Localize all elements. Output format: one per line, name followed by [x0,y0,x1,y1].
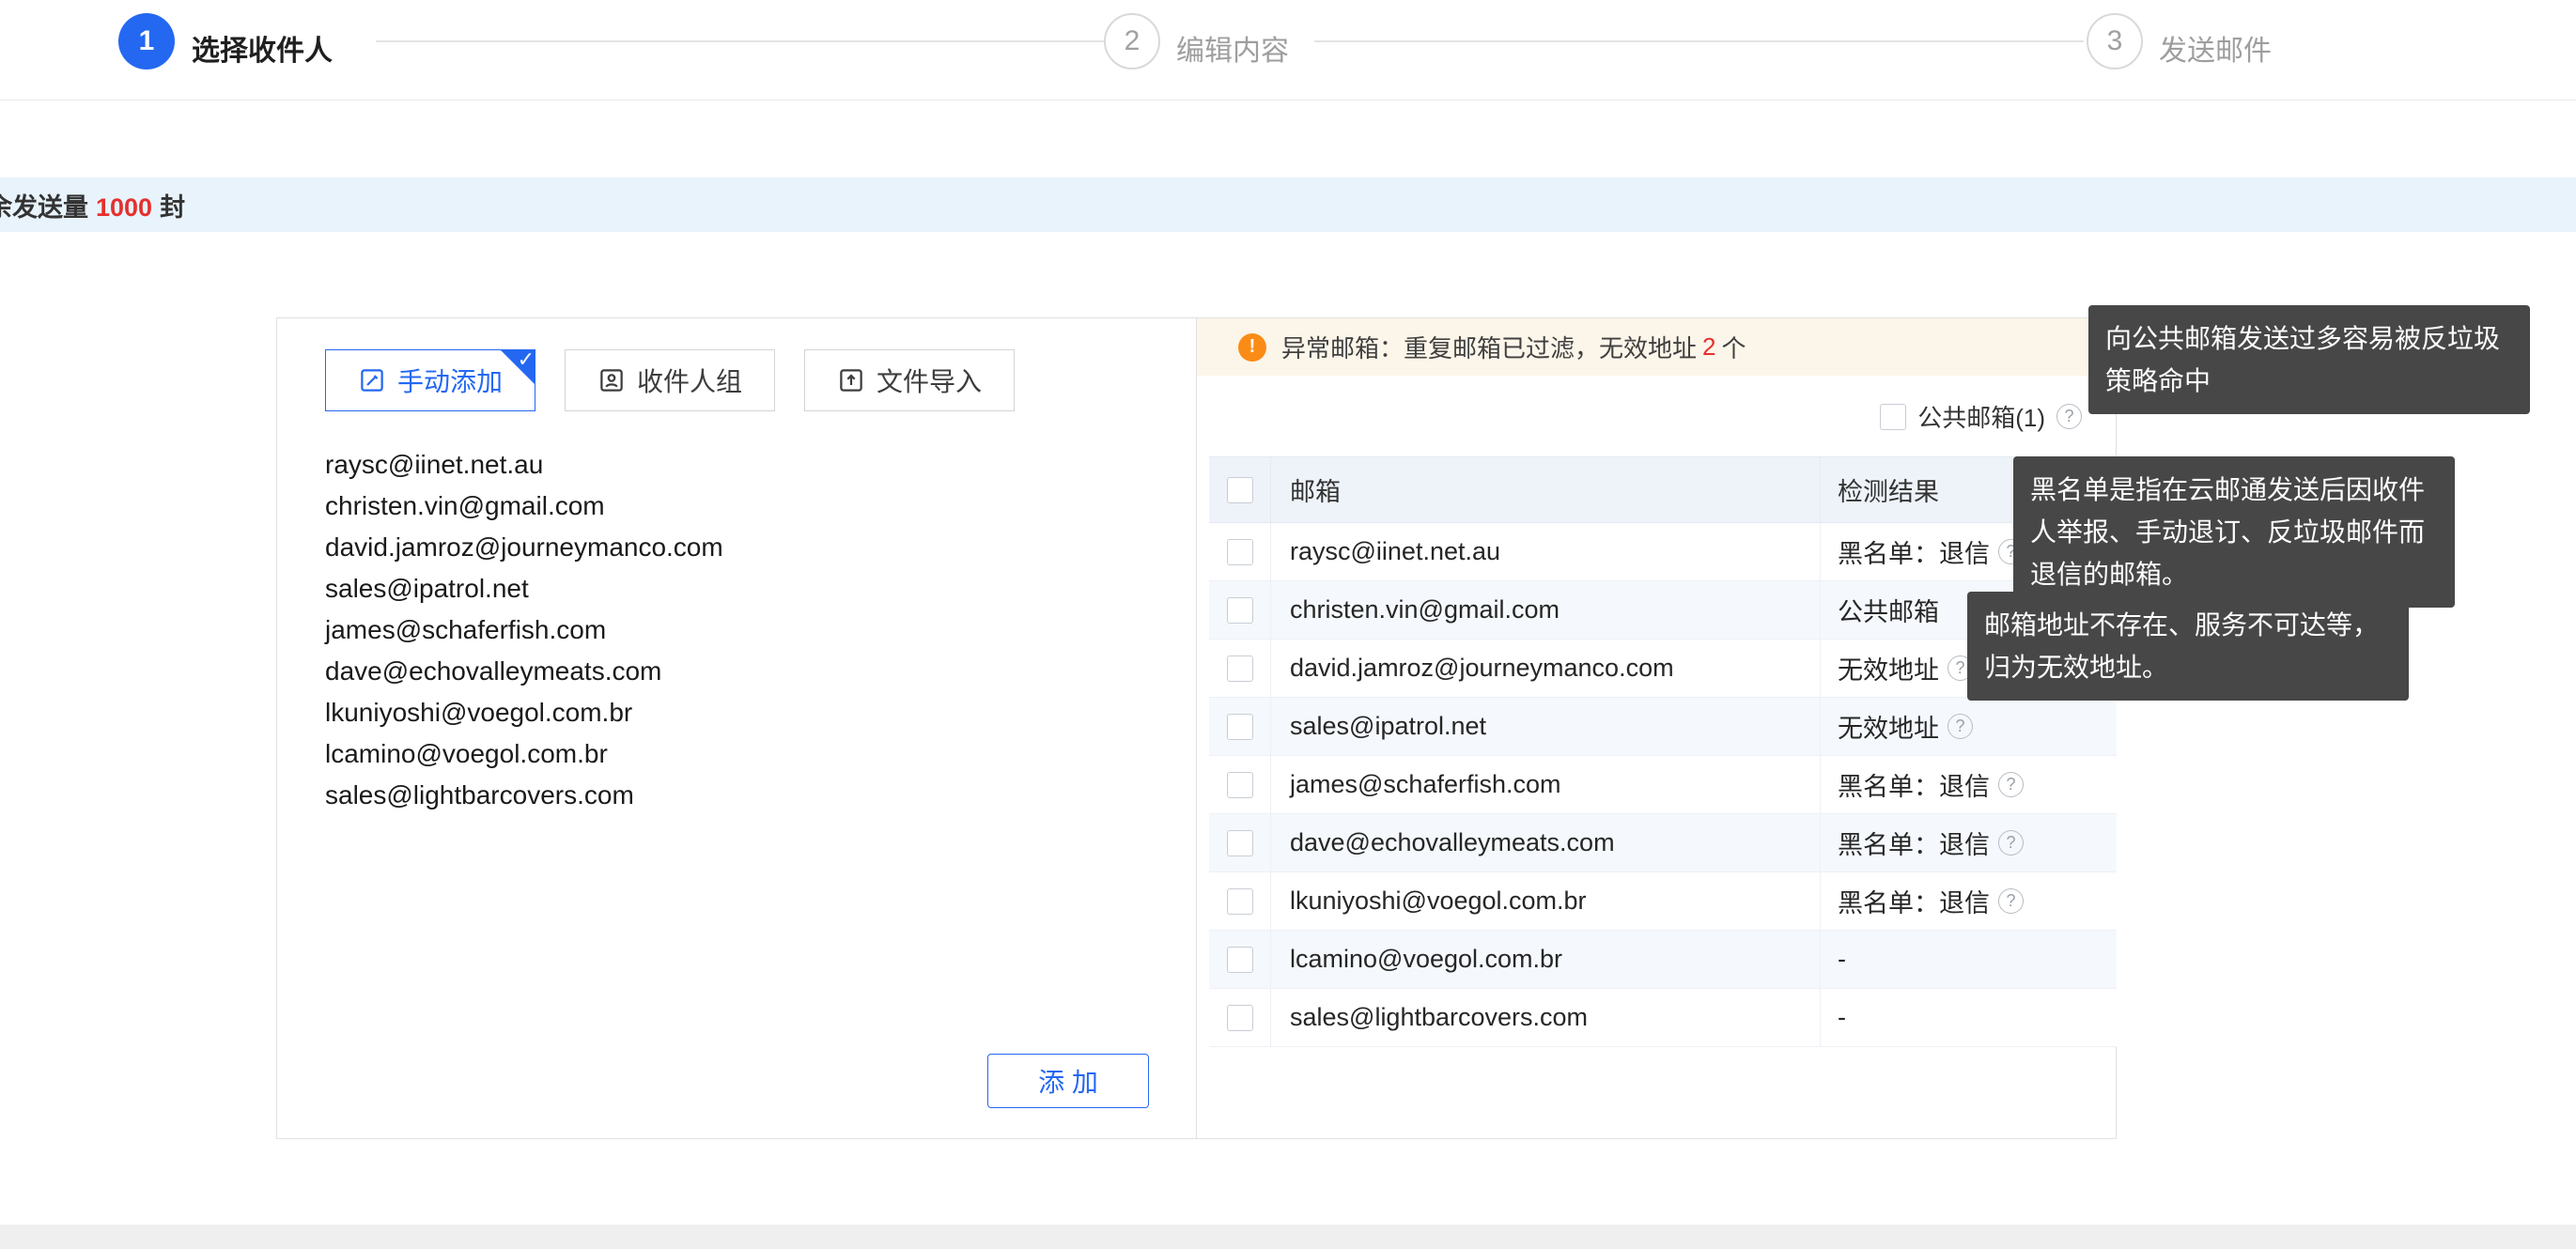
row-email: james@schaferfish.com [1271,756,1821,813]
tab-file-import-label: 文件导入 [877,362,982,399]
table-row: lcamino@voegol.com.br - [1209,931,2117,989]
row-result: 公共邮箱 [1838,592,1939,628]
recipient-line: raysc@iinet.net.au [325,444,908,486]
table-row: dave@echovalleymeats.com 黑名单：退信? [1209,814,2117,872]
help-icon[interactable]: ? [1948,714,1973,739]
row-result: 黑名单：退信 [1838,533,1990,570]
bulk-mail-wizard-screen: 1 选择收件人 2 编辑内容 3 发送邮件 余发送量 1000 封 手动添加 ✓ [0,0,2576,1249]
add-button[interactable]: 添 加 [987,1054,1149,1108]
table-row: james@schaferfish.com 黑名单：退信? [1209,756,2117,814]
check-icon: ✓ [518,349,535,370]
recipient-line: sales@ipatrol.net [325,568,908,609]
check-result-table: 邮箱 检测结果 raysc@iinet.net.au 黑名单：退信? chris… [1209,456,2117,1047]
public-mailbox-checkbox[interactable] [1880,404,1906,430]
step-connector [1314,40,2084,42]
row-checkbox[interactable] [1227,714,1253,740]
row-email: christen.vin@gmail.com [1271,581,1821,639]
recipient-group-icon [597,366,626,394]
public-mailbox-help-icon[interactable]: ? [2056,404,2082,429]
row-checkbox[interactable] [1227,772,1253,798]
step-1-label: 选择收件人 [192,27,333,69]
recipient-input-area[interactable]: raysc@iinet.net.au christen.vin@gmail.co… [325,444,908,816]
row-email: lkuniyoshi@voegol.com.br [1271,872,1821,930]
abnormal-mailbox-warning: ! 异常邮箱：重复邮箱已过滤，无效地址 2 个 [1197,318,2118,376]
table-row: sales@lightbarcovers.com - [1209,989,2117,1047]
send-quota-banner: 余发送量 1000 封 [0,177,2576,232]
warning-prefix: 异常邮箱：重复邮箱已过滤，无效地址 [1281,330,1697,364]
row-email: dave@echovalleymeats.com [1271,814,1821,871]
recipient-line: james@schaferfish.com [325,609,908,651]
warning-count: 2 [1702,332,1715,362]
step-2-circle: 2 [1104,13,1160,69]
add-mode-tabs: 手动添加 ✓ 收件人组 文件导入 [325,349,1015,411]
row-checkbox[interactable] [1227,947,1253,973]
row-checkbox[interactable] [1227,539,1253,565]
blacklist-tooltip: 黑名单是指在云邮通发送后因收件人举报、手动退订、反垃圾邮件而退信的邮箱。 [2013,456,2455,608]
row-email: sales@ipatrol.net [1271,698,1821,755]
step-2-label: 编辑内容 [1176,27,1289,69]
table-row: sales@ipatrol.net 无效地址? [1209,698,2117,756]
row-checkbox[interactable] [1227,655,1253,682]
table-row: lkuniyoshi@voegol.com.br 黑名单：退信? [1209,872,2117,931]
step-1-circle: 1 [118,13,175,69]
quota-suffix: 封 [160,193,185,222]
recipient-line: lkuniyoshi@voegol.com.br [325,692,908,733]
manual-add-icon [358,366,386,394]
recipient-selection-card: 手动添加 ✓ 收件人组 文件导入 raysc@iinet [276,317,2117,1139]
row-email: sales@lightbarcovers.com [1271,989,1821,1046]
row-result: 黑名单：退信 [1838,883,1990,919]
table-header: 邮箱 检测结果 [1209,456,2117,523]
recipient-line: dave@echovalleymeats.com [325,651,908,692]
quota-prefix: 余发送量 [0,193,88,222]
row-result: - [1838,1003,1846,1032]
bottom-strip [0,1225,2576,1249]
recipient-line: christen.vin@gmail.com [325,486,908,527]
step-3-label: 发送邮件 [2159,27,2272,69]
row-result: 无效地址 [1838,708,1939,745]
row-result: 无效地址 [1838,650,1939,686]
row-checkbox[interactable] [1227,1005,1253,1031]
quota-count: 1000 [96,193,152,222]
row-email: raysc@iinet.net.au [1271,523,1821,580]
warning-suffix: 个 [1721,330,1746,364]
tab-manual-add[interactable]: 手动添加 ✓ [325,349,535,411]
row-checkbox[interactable] [1227,888,1253,915]
public-mailbox-tooltip: 向公共邮箱发送过多容易被反垃圾策略命中 [2088,305,2530,414]
help-icon[interactable]: ? [1998,772,2024,797]
warning-icon: ! [1238,333,1266,362]
public-mailbox-filter: 公共邮箱(1) ? [1880,399,2082,434]
recipient-line: sales@lightbarcovers.com [325,775,908,816]
row-email: lcamino@voegol.com.br [1271,931,1821,988]
row-email: david.jamroz@journeymanco.com [1271,640,1821,697]
row-result: - [1838,945,1846,974]
help-icon[interactable]: ? [1998,830,2024,856]
tab-recipient-group[interactable]: 收件人组 [565,349,775,411]
row-checkbox[interactable] [1227,597,1253,624]
step-connector [376,40,1104,42]
select-all-checkbox[interactable] [1227,477,1253,503]
public-mailbox-label: 公共邮箱(1) [1917,399,2045,434]
tab-file-import[interactable]: 文件导入 [804,349,1015,411]
row-result: 黑名单：退信 [1838,825,1990,861]
step-wizard: 1 选择收件人 2 编辑内容 3 发送邮件 [0,0,2576,100]
tab-recipient-group-label: 收件人组 [637,362,742,399]
check-corner: ✓ [500,349,535,385]
tab-manual-add-label: 手动添加 [397,362,503,399]
recipient-line: david.jamroz@journeymanco.com [325,527,908,568]
help-icon[interactable]: ? [1998,888,2024,914]
recipient-line: lcamino@voegol.com.br [325,733,908,775]
header-email: 邮箱 [1271,457,1821,522]
table-row: raysc@iinet.net.au 黑名单：退信? [1209,523,2117,581]
step-3-circle: 3 [2087,13,2143,69]
file-import-icon [837,366,865,394]
panel-divider [1196,318,1197,1138]
row-checkbox[interactable] [1227,830,1253,856]
invalid-address-tooltip: 邮箱地址不存在、服务不可达等，归为无效地址。 [1967,592,2409,701]
row-result: 黑名单：退信 [1838,766,1990,803]
